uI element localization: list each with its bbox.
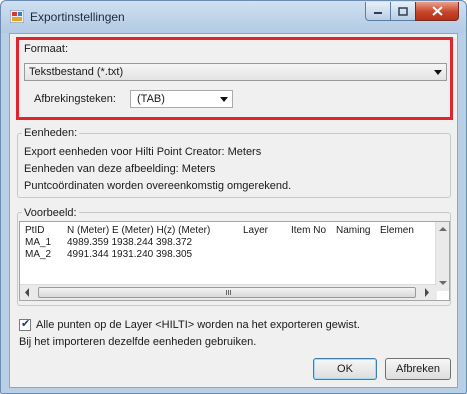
scroll-thumb[interactable]: [38, 287, 416, 298]
units-line-2: Eenheden van deze afbeelding: Meters: [24, 163, 216, 175]
column-header: Layer: [243, 225, 269, 236]
scroll-up-icon[interactable]: [439, 226, 447, 232]
units-label: Eenheden:: [22, 127, 80, 139]
chevron-down-icon: [220, 97, 228, 102]
format-select-value: Tekstbestand (*.txt): [29, 66, 124, 78]
scroll-down-icon[interactable]: [439, 280, 447, 286]
preview-label: Voorbeeld:: [22, 207, 79, 219]
column-header: PtID: [25, 225, 45, 236]
maximize-button[interactable]: [390, 2, 416, 21]
close-button[interactable]: [415, 2, 459, 21]
delete-layer-checkbox-label[interactable]: Alle punten op de Layer <HILTI> worden n…: [36, 319, 360, 331]
row-id: MA_2: [25, 249, 52, 260]
column-header: Elemen: [380, 225, 414, 236]
minimize-button[interactable]: [365, 2, 391, 21]
row-values: 4991.344 1931.240 398.305: [67, 249, 193, 260]
format-select[interactable]: Tekstbestand (*.txt): [24, 63, 447, 81]
import-note: Bij het importeren dezelfde eenheden geb…: [19, 336, 257, 348]
column-header: Item No: [291, 225, 327, 236]
chevron-down-icon: [434, 70, 442, 75]
title-bar[interactable]: Exportinstellingen: [1, 1, 466, 33]
ok-button[interactable]: OK: [313, 358, 377, 380]
vertical-scrollbar[interactable]: [435, 222, 449, 291]
units-line-1: Export eenheden voor Hilti Point Creator…: [24, 146, 262, 158]
row-values: 4989.359 1938.244 398.372: [67, 237, 193, 248]
maximize-icon: [398, 6, 408, 16]
separator-select[interactable]: (TAB): [130, 90, 233, 108]
cancel-button[interactable]: Afbreken: [385, 358, 451, 380]
column-header: N (Meter) E (Meter) H(z) (Meter): [67, 225, 211, 236]
delete-layer-checkbox[interactable]: ✔: [19, 318, 31, 331]
dialog-body: Formaat: Tekstbestand (*.txt) Afbrekings…: [9, 33, 458, 388]
column-header: Naming: [336, 225, 371, 236]
format-label: Formaat:: [24, 43, 69, 55]
units-line-3: Puntcoördinaten worden overeenkomstig om…: [24, 180, 292, 192]
scroll-left-icon[interactable]: [24, 288, 30, 297]
row-id: MA_1: [25, 237, 52, 248]
close-icon: [431, 6, 443, 16]
window-title: Exportinstellingen: [30, 10, 125, 24]
separator-select-value: (TAB): [137, 93, 165, 105]
preview-list[interactable]: PtID N (Meter) E (Meter) H(z) (Meter) La…: [19, 221, 450, 301]
scroll-right-icon[interactable]: [424, 288, 430, 297]
export-settings-window: Exportinstellingen Formaat: Tekstbestand…: [0, 0, 467, 394]
minimize-icon: [374, 12, 382, 14]
horizontal-scrollbar[interactable]: [20, 284, 437, 300]
checkmark-icon: ✔: [21, 318, 31, 330]
app-icon: [10, 10, 24, 23]
separator-label: Afbrekingsteken:: [34, 93, 116, 105]
